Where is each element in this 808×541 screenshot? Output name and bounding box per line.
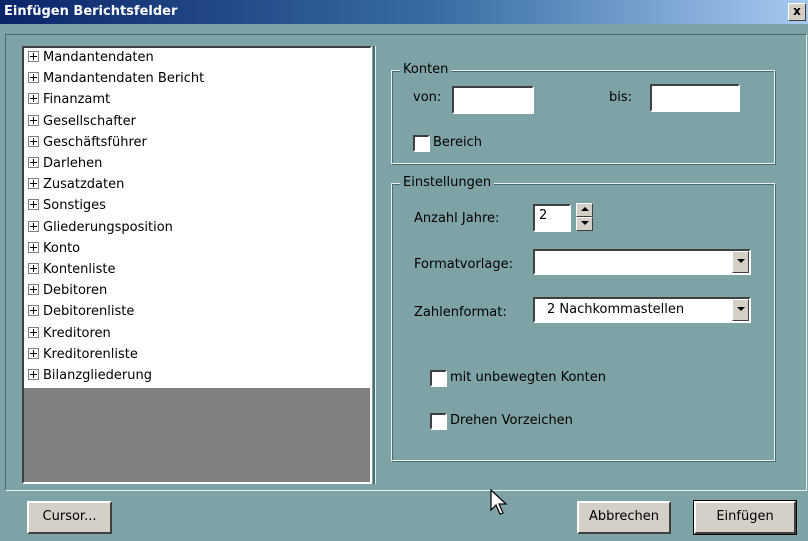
von-input[interactable]: [452, 86, 534, 114]
tree-item[interactable]: Kontenliste: [28, 262, 116, 282]
tree-item-label: Kontenliste: [43, 262, 116, 277]
cursor-button[interactable]: Cursor...: [27, 501, 112, 534]
tree-item[interactable]: Gesellschafter: [28, 114, 136, 134]
chevron-down-icon[interactable]: [732, 251, 749, 273]
anzahl-jahre-input[interactable]: 2: [533, 204, 571, 232]
expand-plus-icon[interactable]: [28, 369, 39, 380]
tree-item-label: Kreditoren: [43, 325, 111, 341]
expand-plus-icon[interactable]: [28, 178, 39, 190]
expand-plus-icon[interactable]: [28, 347, 39, 359]
expand-plus-icon[interactable]: [28, 220, 39, 232]
bereich-checkbox[interactable]: [413, 135, 430, 152]
bis-label: bis:: [609, 90, 633, 105]
formatvorlage-select[interactable]: [533, 249, 751, 275]
expand-plus-icon[interactable]: [28, 326, 39, 338]
mouse-pointer-icon: [490, 489, 508, 515]
tree-item[interactable]: Zusatzdaten: [28, 177, 124, 197]
window-title: Einfügen Berichtsfelder: [4, 4, 178, 19]
tree-item[interactable]: Debitoren: [28, 283, 107, 303]
tree-item-label: Finanzamt: [43, 92, 111, 108]
anzahl-jahre-label: Anzahl Jahre:: [414, 211, 500, 226]
tree-item[interactable]: Mandantendaten: [28, 50, 154, 70]
zahlenformat-value: 2 Nachkommastellen: [547, 302, 685, 317]
abbrechen-button[interactable]: Abbrechen: [577, 501, 671, 534]
tree-item-label: Debitoren: [43, 283, 108, 299]
tree-item[interactable]: Bilanzgliederung: [28, 368, 152, 388]
tree-item-label: Konto: [43, 240, 81, 256]
tree-item-label: Bilanzgliederung: [43, 368, 152, 383]
bereich-label[interactable]: Bereich: [433, 135, 482, 150]
title-bar[interactable]: Einfügen Berichtsfelder x: [0, 0, 808, 24]
tree-item-label: Gliederungsposition: [43, 219, 173, 235]
tree-item-label: Kreditorenliste: [43, 346, 138, 362]
einstellungen-legend: Einstellungen: [400, 175, 495, 190]
von-label: von:: [413, 90, 442, 105]
tree-item[interactable]: Kreditorenliste: [28, 347, 138, 367]
konten-legend: Konten: [400, 62, 452, 77]
tree-item-label: Darlehen: [43, 156, 103, 171]
expand-plus-icon[interactable]: [28, 199, 39, 211]
tree-item[interactable]: Sonstiges: [28, 198, 106, 218]
expand-plus-icon[interactable]: [28, 114, 39, 126]
zahlenformat-select[interactable]: 2 Nachkommastellen: [533, 297, 751, 323]
tree-item-label: Mandantendaten: [43, 50, 154, 65]
spin-down-icon[interactable]: [576, 217, 593, 231]
unbewegt-label[interactable]: mit unbewegten Konten: [450, 370, 606, 385]
tree-item-label: Gesellschafter: [43, 113, 136, 129]
panel-divider: [373, 46, 376, 484]
drehen-checkbox[interactable]: [430, 413, 447, 430]
tree-item[interactable]: Geschäftsführer: [28, 135, 147, 155]
tree-item-label: Mandantendaten Bericht: [43, 71, 205, 87]
tree-item-label: Debitorenliste: [43, 304, 135, 320]
drehen-label[interactable]: Drehen Vorzeichen: [450, 413, 573, 428]
expand-plus-icon[interactable]: [28, 135, 39, 147]
konten-group: Konten von: bis: Bereich: [391, 62, 775, 164]
tree-item[interactable]: Gliederungsposition: [28, 220, 173, 240]
zahlenformat-label: Zahlenformat:: [414, 305, 507, 320]
tree-item[interactable]: Konto: [28, 241, 80, 261]
einstellungen-group: Einstellungen Anzahl Jahre: 2 Formatvorl…: [391, 175, 775, 461]
close-button[interactable]: x: [788, 3, 806, 21]
expand-plus-icon[interactable]: [28, 263, 39, 274]
einfuegen-button[interactable]: Einfügen: [693, 500, 797, 535]
expand-plus-icon[interactable]: [28, 72, 39, 84]
formatvorlage-label: Formatvorlage:: [414, 257, 514, 272]
expand-plus-icon[interactable]: [28, 284, 39, 296]
tree-item-label: Zusatzdaten: [43, 177, 125, 193]
tree-list[interactable]: Mandantendaten Mandantendaten Bericht Fina…: [24, 48, 370, 388]
tree-item[interactable]: Finanzamt: [28, 92, 110, 112]
spin-up-icon[interactable]: [576, 203, 593, 217]
tree-item[interactable]: Debitorenliste: [28, 304, 134, 324]
expand-plus-icon[interactable]: [28, 305, 39, 317]
dialog-window: Einfügen Berichtsfelder x Mandantendaten…: [0, 0, 808, 541]
tree-item-label: Geschäftsführer: [43, 134, 147, 150]
chevron-down-icon[interactable]: [732, 299, 749, 321]
tree-item[interactable]: Darlehen: [28, 156, 102, 176]
tree-item[interactable]: Mandantendaten Bericht: [28, 71, 204, 91]
tree-item-label: Sonstiges: [43, 198, 106, 214]
expand-plus-icon[interactable]: [28, 241, 39, 253]
bis-input[interactable]: [650, 84, 740, 112]
unbewegt-checkbox[interactable]: [430, 370, 447, 387]
tree-item[interactable]: Kreditoren: [28, 326, 111, 346]
field-tree[interactable]: Mandantendaten Mandantendaten Bericht Fina…: [22, 46, 372, 484]
expand-plus-icon[interactable]: [28, 157, 39, 168]
expand-plus-icon[interactable]: [28, 93, 39, 105]
expand-plus-icon[interactable]: [28, 51, 39, 62]
